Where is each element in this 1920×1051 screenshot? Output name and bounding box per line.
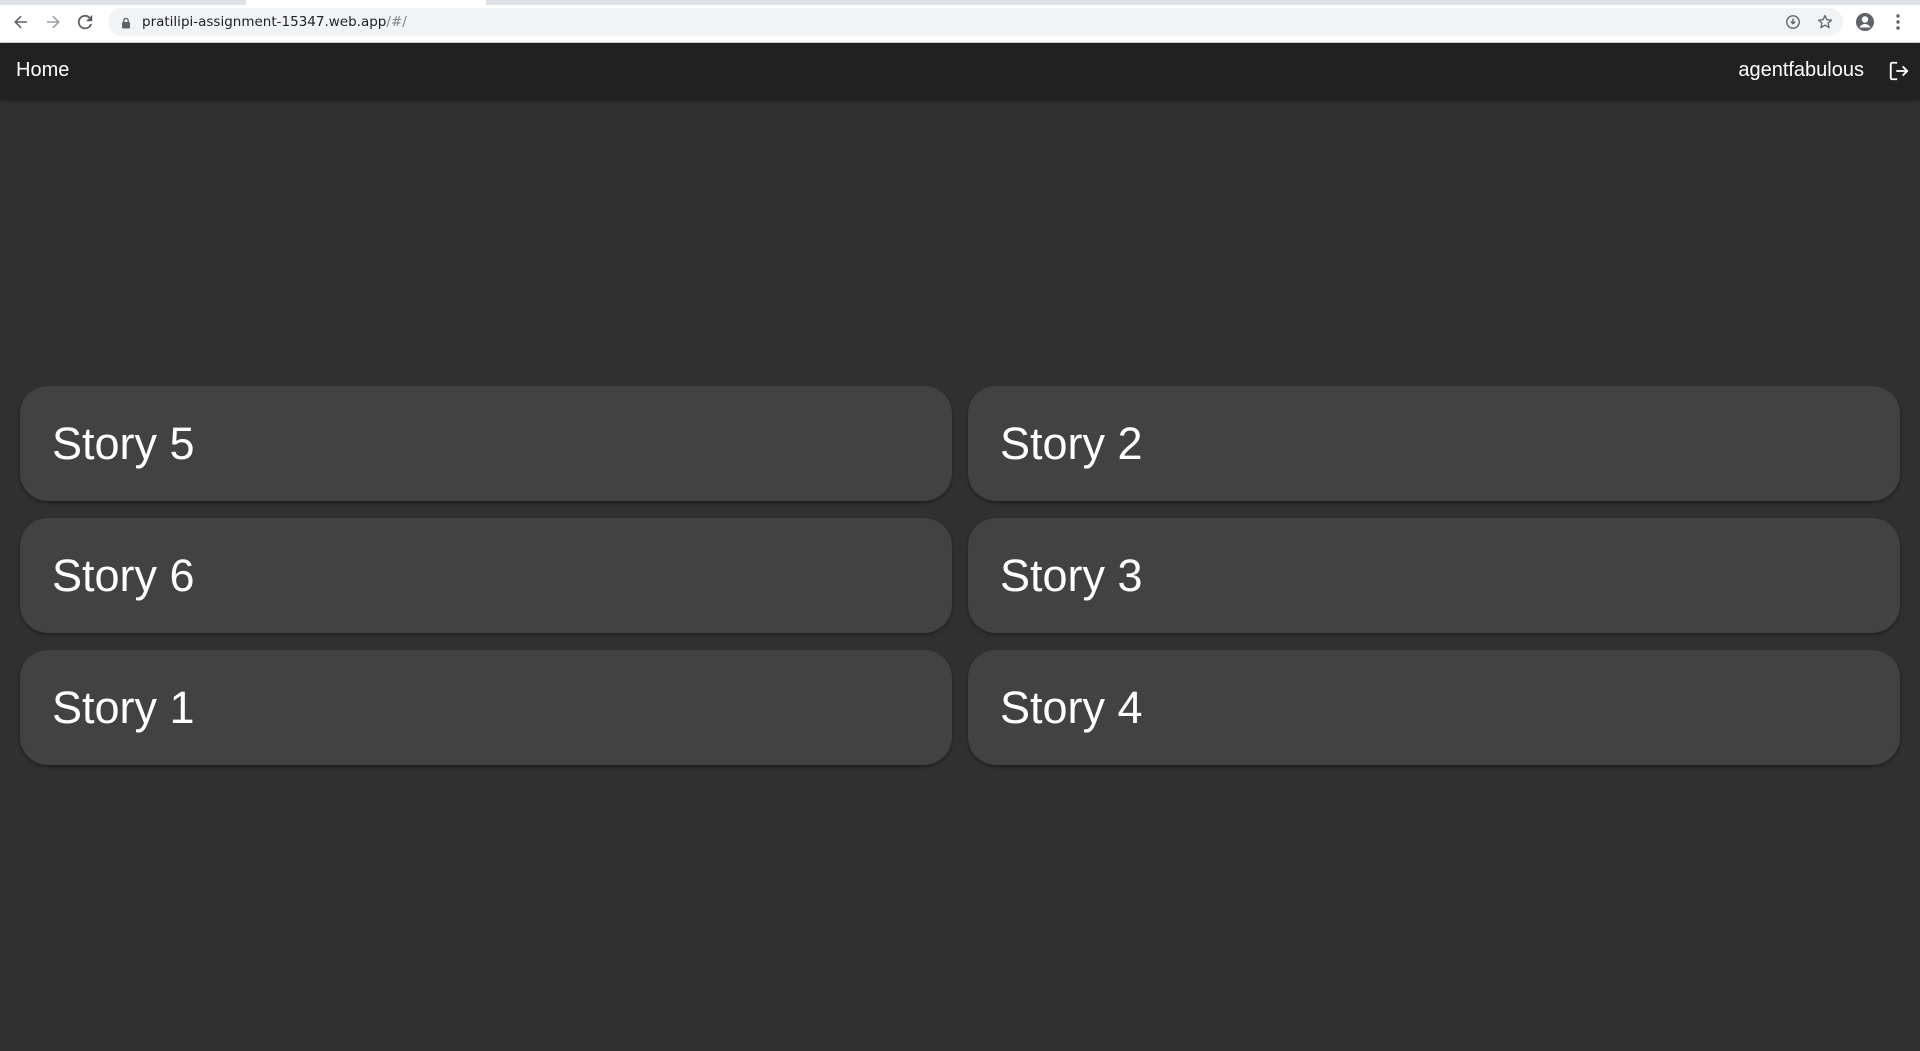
browser-toolbar: pratilipi-assignment-15347.web.app/#/ (0, 0, 1920, 43)
story-title: Story 3 (1000, 550, 1143, 601)
lock-icon[interactable] (120, 16, 132, 29)
url-path: /#/ (386, 14, 407, 30)
menu-icon[interactable] (1886, 10, 1910, 34)
active-tab[interactable] (246, 0, 486, 5)
story-card[interactable]: Story 6 (20, 518, 952, 633)
username-label: agentfabulous (1738, 59, 1864, 81)
story-card[interactable]: Story 4 (968, 650, 1900, 765)
app-bar: Home agentfabulous (0, 43, 1920, 99)
profile-icon[interactable] (1853, 10, 1877, 34)
tab-strip (0, 0, 1920, 5)
story-title: Story 2 (1000, 418, 1143, 469)
story-title: Story 5 (52, 418, 195, 469)
story-card[interactable]: Story 2 (968, 386, 1900, 501)
address-bar[interactable]: pratilipi-assignment-15347.web.app/#/ (108, 8, 1843, 36)
story-title: Story 1 (52, 682, 195, 733)
url-host: pratilipi-assignment-15347.web.app (142, 14, 387, 30)
story-grid: Story 5 Story 2 Story 6 Story 3 Story 1 … (20, 386, 1900, 765)
back-icon[interactable] (10, 11, 32, 33)
story-title: Story 6 (52, 550, 195, 601)
story-card[interactable]: Story 3 (968, 518, 1900, 633)
story-card[interactable]: Story 5 (20, 386, 952, 501)
story-title: Story 4 (1000, 682, 1143, 733)
reload-icon[interactable] (74, 11, 96, 33)
install-icon[interactable] (1783, 12, 1803, 32)
star-icon[interactable] (1815, 12, 1835, 32)
logout-icon[interactable] (1886, 58, 1912, 84)
home-link[interactable]: Home (16, 59, 69, 82)
forward-icon[interactable] (42, 11, 64, 33)
story-card[interactable]: Story 1 (20, 650, 952, 765)
url-text[interactable]: pratilipi-assignment-15347.web.app/#/ (142, 14, 407, 30)
